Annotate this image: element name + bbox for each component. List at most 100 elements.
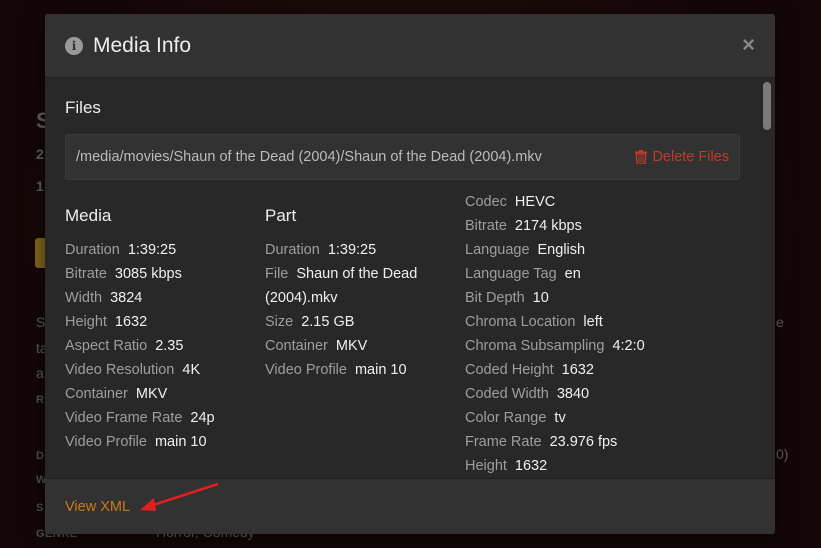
part-row: File Shaun of the Dead [265,262,417,286]
stream-row: Bit Depth 10 [465,286,549,310]
scrollbar[interactable] [761,80,773,476]
row-label: Video Profile [265,362,347,378]
delete-files-button[interactable]: Delete Files [635,149,729,165]
media-row: Duration 1:39:25 [65,238,176,262]
modal-body[interactable]: Files /media/movies/Shaun of the Dead (2… [45,78,775,478]
stream-row: Chroma Location left [465,310,603,334]
row-value: 24p [190,410,215,426]
row-value: 2.15 GB [301,314,355,330]
row-value: English [537,242,586,258]
media-row: Video Frame Rate 24p [65,406,215,430]
row-label: Container [65,386,128,402]
view-xml-link[interactable]: View XML [65,499,130,515]
row-value: 1:39:25 [127,242,177,258]
stream-row: Coded Height 1632 [465,358,594,382]
row-label: Codec [465,194,507,210]
media-row: Width 3824 [65,286,142,310]
row-value: 3085 kbps [114,266,182,282]
annotation-arrow [140,482,219,511]
row-label: Chroma Location [465,314,576,330]
row-label: Height [465,458,507,474]
bg-fragment: R [36,394,45,406]
bg-fragment: 1 [36,178,44,194]
stream-row: Coded Width 3840 [465,382,589,406]
row-value: MKV [335,338,368,354]
part-row: Size 2.15 GB [265,310,354,334]
part-row-continued: (2004).mkv [265,286,338,310]
row-label: Aspect Ratio [65,338,148,354]
row-value: 23.976 fps [549,434,618,450]
row-label: Video Profile [65,434,147,450]
row-label: Width [65,290,103,306]
row-label: Container [265,338,328,354]
row-label: Video Resolution [65,362,175,378]
scrollbar-thumb[interactable] [763,82,771,130]
row-label: Coded Height [465,362,554,378]
row-label: Coded Width [465,386,549,402]
row-value: 3824 [110,290,143,306]
delete-files-label: Delete Files [652,149,729,165]
bg-fragment: e [776,314,784,330]
row-label: Frame Rate [465,434,542,450]
row-value: left [583,314,603,330]
row-value: main 10 [154,434,207,450]
media-row: Video Resolution 4K [65,358,200,382]
stream-row: Chroma Subsampling 4:2:0 [465,334,645,358]
row-value: 1632 [561,362,594,378]
modal-title: Media Info [93,33,192,57]
row-value: 2174 kbps [514,218,582,234]
file-path: /media/movies/Shaun of the Dead (2004)/S… [76,149,542,165]
stream-row: Bitrate 2174 kbps [465,214,582,238]
row-label: Duration [65,242,120,258]
row-label: Language Tag [465,266,557,282]
row-label: Color Range [465,410,547,426]
row-value: en [564,266,581,282]
row-value: tv [554,410,566,426]
row-value: 1632 [114,314,148,330]
info-columns: Media Duration 1:39:25 Bitrate 3085 kbps W… [65,180,755,478]
row-label: Chroma Subsampling [465,338,605,354]
part-row: Duration 1:39:25 [265,238,376,262]
row-label: Video Frame Rate [65,410,183,426]
part-heading: Part [265,206,297,225]
row-value: 1632 [514,458,548,474]
media-row: Bitrate 3085 kbps [65,262,182,286]
bg-fragment: 2 [36,146,44,162]
row-label: File [265,266,289,282]
media-row: Aspect Ratio 2.35 [65,334,183,358]
row-value: HEVC [514,194,556,210]
row-value: 4K [182,362,201,378]
media-info-modal: i Media Info × Files /media/movies/Shaun… [45,14,775,534]
row-label: Height [65,314,107,330]
stream-row: Language Tag en [465,262,581,286]
files-heading: Files [65,98,101,117]
row-value: main 10 [354,362,407,378]
row-value: MKV [135,386,168,402]
row-value: 1:39:25 [327,242,377,258]
close-button[interactable]: × [742,32,755,58]
part-row: Video Profile main 10 [265,358,407,382]
bg-fragment: 0) [776,446,789,462]
info-icon: i [65,36,83,55]
row-value: 3840 [556,386,590,402]
row-value: (2004).mkv [265,290,338,306]
bg-fragment: D [36,450,45,462]
row-value: 10 [532,290,549,306]
stream-row: Codec HEVC [465,190,555,214]
row-label: Size [265,314,294,330]
trash-icon [635,150,648,164]
media-heading: Media [65,206,112,225]
stream-row: Height 1632 [465,454,547,478]
part-row: Container MKV [265,334,367,358]
bg-fragment: S [36,314,46,330]
row-value: 2.35 [155,338,184,354]
row-value: 4:2:0 [612,338,645,354]
stream-row: Language English [465,238,585,262]
row-label: Language [465,242,530,258]
file-entry: /media/movies/Shaun of the Dead (2004)/S… [65,134,740,180]
row-value: Shaun of the Dead [296,266,418,282]
stream-row: Frame Rate 23.976 fps [465,430,617,454]
media-row: Container MKV [65,382,167,406]
bg-fragment: S [36,502,44,514]
media-row: Height 1632 [65,310,147,334]
